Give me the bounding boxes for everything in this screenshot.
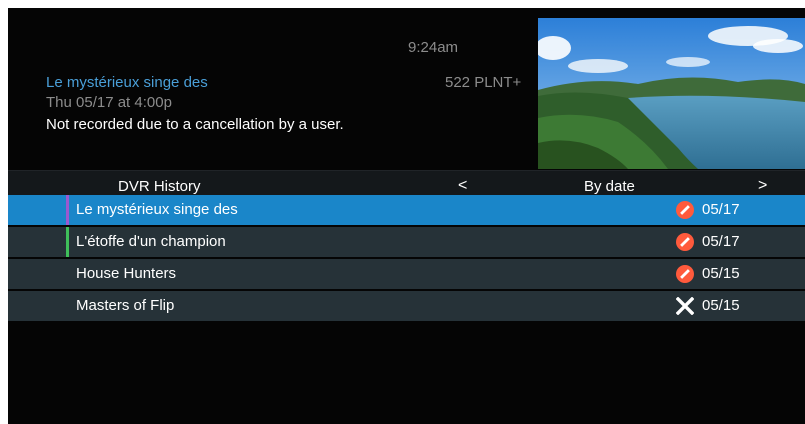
recording-status-message: Not recorded due to a cancellation by a …	[46, 116, 344, 133]
program-airtime: Thu 05/17 at 4:00p	[46, 94, 172, 111]
recording-date: 05/15	[702, 265, 740, 282]
accent-bar	[66, 227, 69, 257]
video-preview	[538, 18, 805, 169]
cancelled-icon	[676, 233, 694, 251]
list-item[interactable]: House Hunters 05/15	[8, 259, 805, 289]
list-item[interactable]: Le mystérieux singe des 05/17	[8, 195, 805, 225]
recording-title: Le mystérieux singe des	[76, 201, 238, 218]
accent-bar	[66, 195, 69, 225]
dvr-screen: 9:24am Le mystérieux singe des Thu 05/17…	[8, 8, 805, 424]
recording-date: 05/15	[702, 297, 740, 314]
clock: 9:24am	[408, 39, 459, 56]
sort-mode-label[interactable]: By date	[584, 178, 635, 195]
prev-sort-button[interactable]: <	[458, 177, 467, 195]
recording-date: 05/17	[702, 201, 740, 218]
list-item[interactable]: Masters of Flip 05/15	[8, 291, 805, 321]
landscape-preview-image	[538, 18, 805, 169]
channel-label: 522 PLNT+	[445, 74, 522, 91]
cancelled-icon	[676, 265, 694, 283]
list-title: DVR History	[118, 178, 201, 195]
next-sort-button[interactable]: >	[758, 177, 767, 195]
recording-title: Masters of Flip	[76, 297, 175, 314]
list-item[interactable]: L'étoffe d'un champion 05/17	[8, 227, 805, 257]
failed-x-icon	[675, 296, 695, 316]
program-title: Le mystérieux singe des	[46, 74, 208, 91]
recording-title: House Hunters	[76, 265, 177, 282]
cancelled-icon	[676, 201, 694, 219]
recording-date: 05/17	[702, 233, 740, 250]
recording-title: L'étoffe d'un champion	[76, 233, 226, 250]
